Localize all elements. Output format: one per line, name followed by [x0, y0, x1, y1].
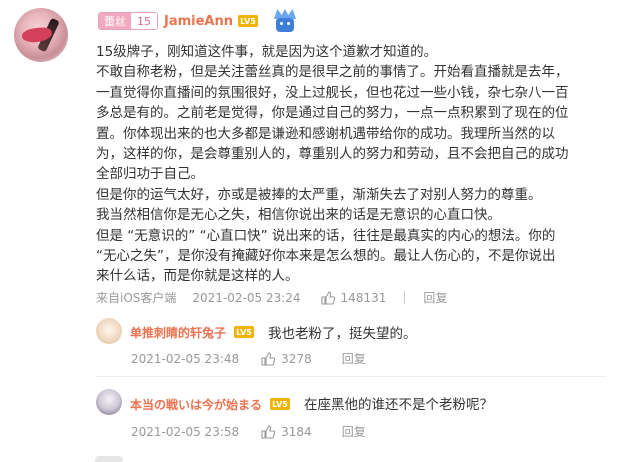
reply-level-badge: LV5 — [234, 326, 254, 338]
comment-line: 一直觉得你直播间的氛围很好，没上过舰长，但也花过一些小钱，杂七杂八一百 — [96, 84, 569, 101]
thumbs-up-icon[interactable] — [261, 424, 276, 439]
comment-line: 15级牌子，刚知道这件事，就是因为这个道歉才知道的。 — [96, 44, 438, 60]
comment-header: 蕾丝 15 JamieAnn LV5 — [98, 9, 298, 33]
fan-medal-level: 15 — [131, 13, 157, 29]
user-level-badge: LV5 — [238, 15, 258, 27]
comment-text: 15级牌子，刚知道这件事，就是因为这个道歉才知道的。 不敢自称老粉，但是关注蕾丝… — [96, 42, 601, 287]
like-count: 148131 — [340, 290, 387, 305]
reply-username[interactable]: 本当の戦いは今が始まる — [130, 396, 262, 413]
comment-line: 但是 “无意识的” “心直口快” 说出来的话，往往是最真实的内心的想法。你的 — [96, 227, 556, 244]
reply-avatar[interactable] — [96, 389, 122, 415]
comment-line: 但是你的运气太好，亦或是被捧的太严重，渐渐失去了对别人努力的尊重。 — [96, 186, 542, 203]
comment-meta: 来自iOS客户端 2021-02-05 23:24 148131 回复 — [96, 289, 447, 306]
fan-medal-badge[interactable]: 蕾丝 15 — [98, 12, 158, 30]
like-count: 3278 — [281, 351, 312, 366]
avatar[interactable] — [14, 8, 68, 62]
reply-meta: 2021-02-05 23:58 3184 回复 — [131, 423, 366, 440]
reply-meta: 2021-02-05 23:48 3278 回复 — [131, 350, 366, 367]
reply-text: 我也老粉了，挺失望的。 — [268, 326, 417, 342]
like-count: 3184 — [281, 424, 312, 439]
crown-icon — [272, 9, 298, 33]
reply-button[interactable]: 回复 — [342, 423, 366, 440]
username[interactable]: JamieAnn — [164, 14, 233, 29]
reply-avatar[interactable] — [96, 318, 122, 344]
timestamp: 2021-02-05 23:24 — [192, 290, 301, 305]
comment-line: 全部归功于自己。 — [96, 166, 204, 183]
comment-line: “无心之失”，是你没有掩藏好你本来是怎么想的。最让人伤心的，不是你说出 — [96, 248, 556, 265]
thumbs-up-icon[interactable] — [261, 351, 276, 366]
client-source: 来自iOS客户端 — [96, 291, 177, 305]
fan-medal-name: 蕾丝 — [99, 13, 131, 29]
comment-line: 为，这样的你，是会尊重别人的，尊重别人的努力和劳动，且不会把自己的成功 — [96, 146, 569, 163]
reply-text: 在座黑他的谁还不是个老粉呢？ — [304, 397, 493, 413]
reply-level-badge: LV5 — [270, 398, 290, 410]
reply-divider — [96, 376, 606, 377]
reply-button[interactable]: 回复 — [342, 350, 366, 367]
next-item-placeholder — [95, 456, 123, 462]
comment-line: 置。你体现出来的也大多都是谦逊和感谢机遇带给你的成功。我理所当然的以 — [96, 125, 555, 142]
comment-line: 多总是有的。之前老是觉得，你是通过自己的努力，一点一点积累到了现在的位 — [96, 105, 569, 122]
timestamp: 2021-02-05 23:48 — [131, 351, 240, 366]
comment-line: 我当然相信你是无心之失，相信你说出来的话是无意识的心直口快。 — [96, 207, 501, 224]
thumbs-up-icon[interactable] — [320, 290, 335, 305]
timestamp: 2021-02-05 23:58 — [131, 424, 240, 439]
comment-line: 不敢自称老粉，但是关注蕾丝真的是很早之前的事情了。开始看直播就是去年， — [96, 64, 569, 81]
reply-button[interactable]: 回复 — [423, 289, 447, 306]
comment-line: 来什么话，而是你就是这样的人。 — [96, 268, 299, 285]
divider — [404, 291, 406, 304]
reply-username[interactable]: 单推刺睛的轩兔子 — [130, 324, 226, 341]
